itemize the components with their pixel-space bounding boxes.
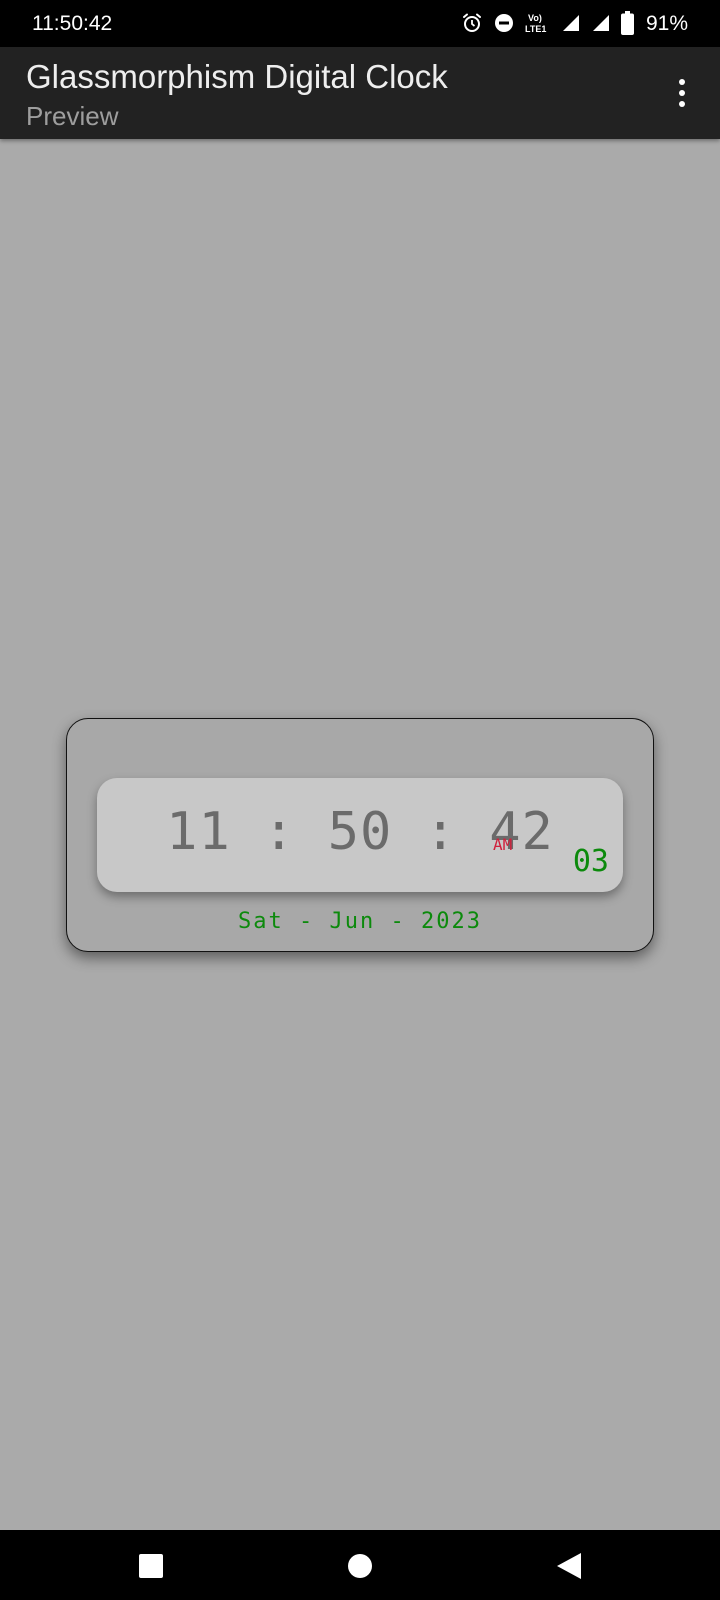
volte-icon: Vo) LTE1 (525, 11, 551, 35)
clock-widget: 11 : 50 : 42 AM 03 Sat - Jun - 2023 (66, 718, 654, 952)
more-vert-icon[interactable] (662, 73, 702, 113)
app-bar: Glassmorphism Digital Clock Preview (0, 47, 720, 139)
clock-time: 11 : 50 : 42 (166, 802, 554, 862)
svg-text:LTE1: LTE1 (525, 24, 546, 34)
home-icon[interactable] (343, 1549, 377, 1583)
signal-icon (591, 13, 611, 33)
status-time: 11:50:42 (32, 12, 113, 35)
clock-ampm: AM (493, 835, 513, 854)
svg-text:Vo): Vo) (528, 13, 542, 23)
app-subtitle: Preview (26, 101, 119, 131)
clock-day-number: 03 (572, 844, 609, 879)
do-not-disturb-icon (493, 12, 515, 34)
navigation-bar (0, 1530, 720, 1600)
clock-glass-panel: 11 : 50 : 42 AM 03 (97, 778, 623, 892)
battery-percent: 91% (645, 11, 688, 35)
app-title: Glassmorphism Digital Clock (26, 58, 448, 95)
recents-icon[interactable] (134, 1549, 168, 1583)
alarm-icon (461, 12, 483, 34)
back-icon[interactable] (552, 1549, 586, 1583)
status-bar: 11:50:42 Vo) LTE1 91% (0, 0, 720, 47)
status-icons: Vo) LTE1 91% (461, 9, 688, 37)
battery-icon (620, 11, 634, 35)
signal-icon (561, 13, 581, 33)
clock-date: Sat - Jun - 2023 (238, 909, 482, 934)
